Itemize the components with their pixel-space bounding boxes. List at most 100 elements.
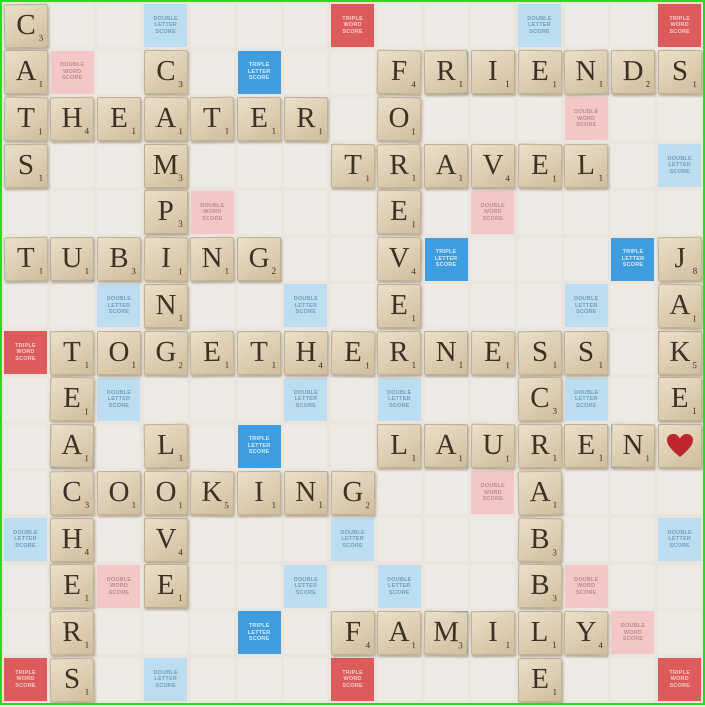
letter-tile[interactable]: E1 [330,330,376,376]
letter-tile[interactable]: E1 [49,563,95,609]
letter-tile[interactable]: F4 [376,49,422,95]
premium-square-dl: DOUBLE LETTER SCORE [144,658,188,702]
letter-tile[interactable]: V4 [143,517,188,562]
letter-tile[interactable]: L1 [517,610,562,655]
letter-tile[interactable]: T1 [3,96,48,142]
letter-tile[interactable]: E1 [470,330,516,375]
letter-tile[interactable]: S1 [517,330,562,376]
letter-tile[interactable]: E1 [49,376,95,422]
letter-tile[interactable]: B3 [517,517,562,562]
letter-tile[interactable]: E1 [564,424,609,469]
letter-tile[interactable]: N1 [563,49,609,95]
letter-tile[interactable]: C3 [3,3,48,48]
letter-tile[interactable]: T1 [49,330,95,375]
letter-tile[interactable]: C3 [143,50,188,95]
letter-tile[interactable]: E1 [657,377,702,422]
board-square [331,237,375,281]
letter-tile[interactable]: I1 [470,610,516,656]
letter-tile[interactable]: E1 [190,330,235,376]
board-square [611,331,655,375]
letter-tile[interactable]: C3 [517,377,562,422]
heart-tile[interactable] [657,424,702,469]
letter-tile[interactable]: F4 [330,610,375,656]
letter-tile[interactable]: A1 [3,50,48,95]
tile-points: 1 [364,172,370,183]
letter-tile[interactable]: I1 [236,470,282,516]
letter-tile[interactable]: V4 [377,236,422,282]
letter-tile[interactable]: A1 [377,610,422,656]
premium-square-dw: DOUBLE WORD SCORE [611,611,655,655]
letter-tile[interactable]: T1 [3,236,48,282]
letter-tile[interactable]: O1 [96,470,142,515]
letter-tile[interactable]: H4 [283,330,329,375]
letter-tile[interactable]: E1 [517,143,562,189]
letter-tile[interactable]: I1 [143,236,189,282]
letter-tile[interactable]: O1 [96,330,141,375]
tile-points: 1 [84,266,90,277]
letter-tile[interactable]: T1 [190,96,235,142]
letter-tile[interactable]: R1 [517,423,562,469]
letter-tile[interactable]: R1 [423,49,469,95]
letter-tile[interactable]: N1 [424,330,469,375]
letter-tile[interactable]: R1 [49,610,95,656]
letter-tile[interactable]: E1 [377,190,422,235]
letter-tile[interactable]: N1 [283,470,328,515]
letter-tile[interactable]: B3 [517,563,562,609]
letter-tile[interactable]: O1 [143,470,188,515]
letter-tile[interactable]: V4 [470,143,515,188]
letter-tile[interactable]: B3 [96,237,142,282]
letter-tile[interactable]: E1 [96,96,141,141]
letter-tile[interactable]: L1 [563,143,609,188]
letter-tile[interactable]: O1 [376,96,422,142]
board-square [471,97,515,141]
letter-tile[interactable]: K5 [657,330,702,375]
tile-points: 4 [365,639,370,650]
letter-tile[interactable]: N1 [190,236,235,282]
letter-tile[interactable]: R1 [283,96,329,142]
letter-tile[interactable]: N1 [610,423,656,469]
letter-tile[interactable]: A1 [143,96,188,142]
letter-tile[interactable]: S1 [657,50,702,95]
letter-tile[interactable]: U1 [470,423,516,469]
board-square [97,611,141,655]
letter-tile[interactable]: A1 [423,143,469,188]
letter-tile[interactable]: J8 [657,236,703,282]
tile-points: 1 [505,639,511,650]
letter-tile[interactable]: L1 [377,423,422,469]
letter-tile[interactable]: U1 [50,237,95,282]
letter-tile[interactable]: G2 [237,237,282,282]
letter-tile[interactable]: G2 [330,470,375,516]
letter-tile[interactable]: T1 [330,143,375,188]
letter-tile[interactable]: G2 [143,330,188,375]
letter-tile[interactable]: M3 [423,610,469,656]
letter-tile[interactable]: C3 [49,470,95,516]
tile-points: 1 [178,312,183,323]
letter-tile[interactable]: E1 [377,283,422,329]
letter-tile[interactable]: A1 [423,423,469,469]
letter-tile[interactable]: S1 [49,657,95,703]
letter-tile[interactable]: D2 [610,50,656,95]
letter-tile[interactable]: S1 [564,330,609,375]
letter-tile[interactable]: H4 [49,96,95,142]
letter-tile[interactable]: E1 [517,49,562,95]
letter-tile[interactable]: R1 [377,330,422,375]
letter-tile[interactable]: E1 [237,96,282,142]
letter-tile[interactable]: E1 [143,564,188,609]
letter-tile[interactable]: N1 [143,283,188,329]
letter-tile[interactable]: Y4 [563,610,609,656]
letter-tile[interactable]: S1 [3,143,48,188]
letter-tile[interactable]: L1 [143,423,189,469]
letter-tile[interactable]: A1 [49,423,95,469]
letter-tile[interactable]: A1 [517,470,562,516]
letter-tile[interactable]: E1 [517,657,562,702]
letter-tile[interactable]: P3 [143,190,188,235]
letter-tile[interactable]: I1 [470,50,515,95]
letter-tile[interactable]: H4 [50,517,95,562]
letter-tile[interactable]: R1 [376,143,422,189]
tile-points: 1 [411,126,417,137]
letter-tile[interactable]: A1 [657,283,703,329]
letter-tile[interactable]: T1 [237,330,282,375]
letter-tile[interactable]: K5 [190,470,235,516]
letter-tile[interactable]: M3 [143,143,188,188]
board-square [97,4,141,47]
